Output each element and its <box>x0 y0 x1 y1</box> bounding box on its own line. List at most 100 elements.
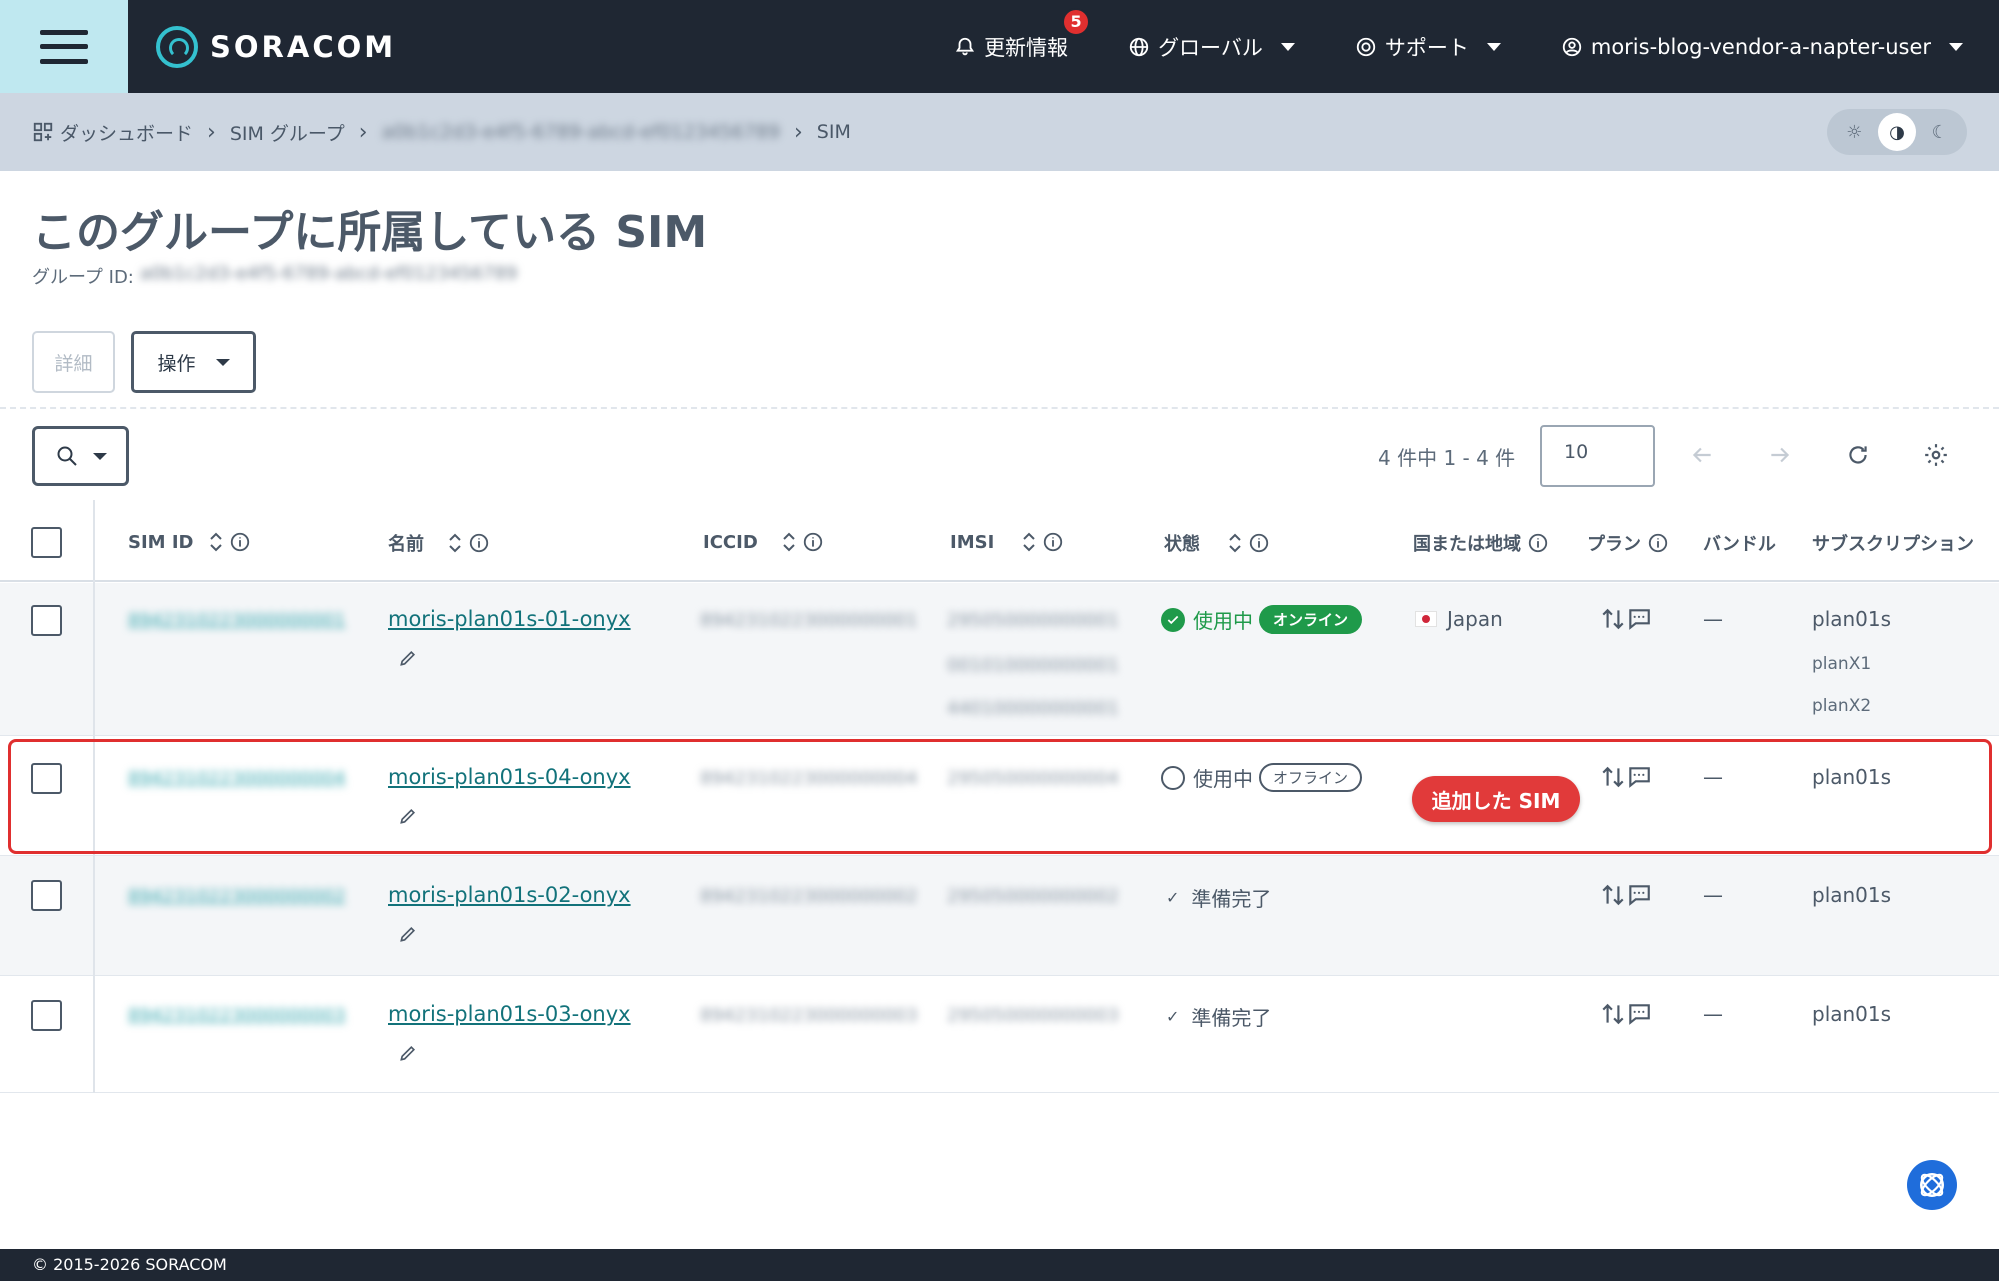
chevron-down-icon <box>1486 42 1501 51</box>
table-row[interactable] <box>0 736 1999 856</box>
speed-class-icon[interactable] <box>1600 606 1626 632</box>
moon-icon[interactable]: ☾ <box>1921 113 1959 151</box>
subscription-value: plan01s <box>1812 1002 1892 1026</box>
column-iccid[interactable]: ICCID <box>703 530 824 554</box>
subscription-value: planX2 <box>1812 696 1872 716</box>
column-imsi[interactable]: IMSI <box>950 530 1064 554</box>
column-status[interactable]: 状態 <box>1164 530 1270 556</box>
plan-cell <box>1600 606 1652 632</box>
sort-icon[interactable] <box>1022 530 1036 554</box>
status-cell: ✓ 準備完了 <box>1166 883 1271 912</box>
country-cell: Japan <box>1415 607 1503 631</box>
help-button[interactable] <box>1907 1160 1957 1210</box>
status-label: 使用中 <box>1193 609 1253 633</box>
sim-id-link[interactable]: 8942310223000000003 <box>128 1005 346 1026</box>
pencil-icon[interactable] <box>398 1043 418 1063</box>
updates-count-badge: 5 <box>1062 7 1091 36</box>
soracom-logo[interactable]: SORACOM <box>156 25 397 68</box>
sms-icon[interactable] <box>1626 764 1652 790</box>
speed-class-icon[interactable] <box>1600 1001 1626 1027</box>
plan-cell <box>1600 882 1652 908</box>
breadcrumb-group[interactable]: a0b1c2d3-e4f5-6789-abcd-ef0123456789 <box>382 121 780 143</box>
bell-icon <box>956 37 975 55</box>
status-cell: ✓ 準備完了 <box>1166 1002 1271 1031</box>
column-sim-id-label: SIM ID <box>128 531 194 553</box>
arrow-right-icon[interactable] <box>1765 440 1795 470</box>
info-icon[interactable] <box>1527 532 1549 554</box>
sort-icon[interactable] <box>209 530 223 554</box>
logo-text: SORACOM <box>210 29 397 64</box>
sim-name-link[interactable]: moris-plan01s-02-onyx <box>388 883 631 907</box>
column-plan[interactable]: プラン <box>1587 530 1669 556</box>
speed-class-icon[interactable] <box>1600 882 1626 908</box>
group-id-value: a0b1c2d3-e4f5-6789-abcd-ef0123456789 <box>139 263 518 284</box>
check-icon: ✓ <box>1166 1007 1180 1026</box>
sms-icon[interactable] <box>1626 1001 1652 1027</box>
table-row[interactable] <box>0 856 1999 976</box>
imsi-value: 440100000000001 <box>947 698 1119 719</box>
sim-id-link[interactable]: 8942310223000000001 <box>128 610 346 631</box>
sim-name-link[interactable]: moris-plan01s-04-onyx <box>388 765 631 789</box>
sim-id-link[interactable]: 8942310223000000002 <box>128 886 346 907</box>
sms-icon[interactable] <box>1626 882 1652 908</box>
subscription-value: plan01s <box>1812 607 1892 631</box>
imsi-value: 295050000000004 <box>947 768 1119 789</box>
table-row[interactable] <box>0 976 1999 1093</box>
refresh-icon[interactable] <box>1843 440 1873 470</box>
row-checkbox[interactable] <box>31 763 62 794</box>
info-icon[interactable] <box>802 531 824 553</box>
info-icon[interactable] <box>1647 532 1669 554</box>
info-icon[interactable] <box>468 532 490 554</box>
info-icon[interactable] <box>1248 532 1270 554</box>
sms-icon[interactable] <box>1626 606 1652 632</box>
pencil-icon[interactable] <box>398 924 418 944</box>
gear-icon[interactable] <box>1921 440 1951 470</box>
support-icon <box>1356 37 1376 56</box>
column-imsi-label: IMSI <box>950 531 995 553</box>
row-checkbox[interactable] <box>31 605 62 636</box>
breadcrumb-sim-group[interactable]: SIM グループ <box>230 119 345 146</box>
search-button[interactable] <box>32 426 129 486</box>
sort-icon[interactable] <box>782 530 796 554</box>
row-checkbox[interactable] <box>31 1000 62 1031</box>
per-page-input[interactable]: 10 <box>1540 425 1655 487</box>
country-label: Japan <box>1447 607 1503 631</box>
arrow-left-icon[interactable] <box>1687 440 1717 470</box>
region-dropdown[interactable]: グローバル <box>1128 32 1295 62</box>
japan-flag-icon <box>1415 611 1437 627</box>
status-label: 準備完了 <box>1191 887 1272 911</box>
dashboard-icon <box>33 122 53 142</box>
subscription-value: planX1 <box>1812 654 1872 674</box>
chevron-down-icon <box>92 452 107 460</box>
updates-button[interactable]: 更新情報 5 <box>954 7 1091 62</box>
breadcrumb-sim-label: SIM <box>816 121 851 143</box>
menu-button[interactable] <box>0 0 128 93</box>
user-dropdown[interactable]: moris-blog-vendor-a-napter-user <box>1561 35 1963 59</box>
details-button[interactable]: 詳細 <box>32 331 115 393</box>
column-name[interactable]: 名前 <box>388 530 490 556</box>
sort-icon[interactable] <box>448 531 462 555</box>
speed-class-icon[interactable] <box>1600 764 1626 790</box>
row-checkbox[interactable] <box>31 880 62 911</box>
contrast-icon[interactable]: ◑ <box>1877 113 1916 151</box>
sim-name-link[interactable]: moris-plan01s-03-onyx <box>388 1002 631 1026</box>
sim-name-link[interactable]: moris-plan01s-01-onyx <box>388 607 631 631</box>
column-sim-id[interactable]: SIM ID <box>128 530 251 554</box>
divider <box>0 407 1999 409</box>
sort-icon[interactable] <box>1228 531 1242 555</box>
breadcrumb-dashboard[interactable]: ダッシュボード <box>32 119 193 146</box>
support-dropdown[interactable]: サポート <box>1355 32 1501 62</box>
column-bundle: バンドル <box>1703 530 1776 556</box>
sim-id-link[interactable]: 8942310223000000004 <box>128 768 346 789</box>
operations-button[interactable]: 操作 <box>131 331 256 393</box>
info-icon[interactable] <box>229 531 251 553</box>
sun-icon[interactable]: ☼ <box>1835 113 1873 151</box>
breadcrumb-group-label: a0b1c2d3-e4f5-6789-abcd-ef0123456789 <box>381 121 780 143</box>
pencil-icon[interactable] <box>398 806 418 826</box>
column-country-label: 国または地域 <box>1413 534 1521 555</box>
info-icon[interactable] <box>1042 531 1064 553</box>
column-country[interactable]: 国または地域 <box>1413 530 1549 556</box>
pencil-icon[interactable] <box>398 648 418 668</box>
chevron-down-icon <box>215 358 230 366</box>
imsi-value: 001010000000001 <box>947 655 1119 676</box>
